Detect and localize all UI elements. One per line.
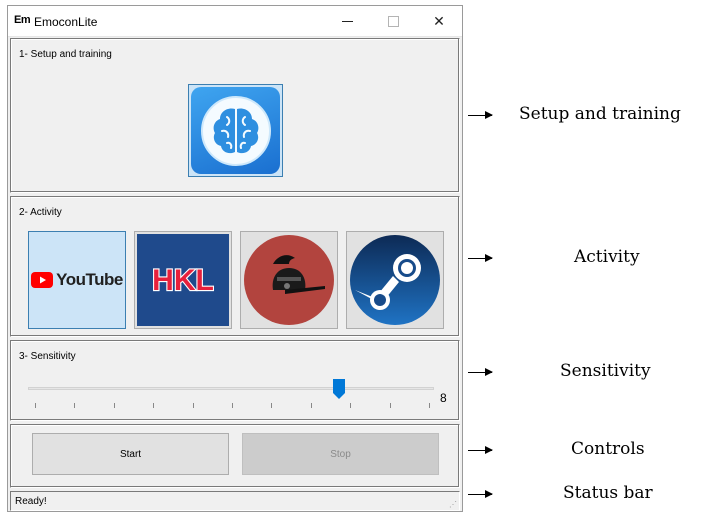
- sensitivity-label: 3- Sensitivity: [19, 351, 76, 362]
- activity-panel: 2- Activity YouTube HKL: [10, 196, 460, 337]
- hkl-icon: HKL: [137, 234, 229, 326]
- app-logo-icon: Em: [14, 14, 31, 26]
- setup-label: 1- Setup and training: [19, 49, 112, 60]
- slider-tick: [429, 403, 430, 408]
- resize-grip-icon[interactable]: ⋰: [449, 500, 457, 509]
- annotation-setup-label: Setup and training: [519, 104, 681, 124]
- slider-tick: [113, 403, 115, 408]
- start-button[interactable]: Start: [32, 433, 229, 475]
- slider-tick: [74, 403, 76, 408]
- arrow-sensitivity-icon: [468, 368, 493, 376]
- sensitivity-slider-thumb[interactable]: [333, 379, 345, 399]
- close-icon: ✕: [433, 12, 445, 29]
- slider-tick: [153, 403, 155, 408]
- app-window: Em EmoconLite ✕ 1- Setup and training 2-…: [7, 5, 463, 512]
- status-bar: Ready! ⋰: [10, 491, 460, 511]
- annotation-activity-label: Activity: [574, 247, 640, 267]
- slider-tick: [310, 403, 312, 408]
- activity-hkl-button[interactable]: HKL: [134, 231, 232, 329]
- minimize-button[interactable]: [324, 6, 370, 36]
- activity-youtube-button[interactable]: YouTube: [28, 231, 126, 329]
- annotation-controls-label: Controls: [571, 439, 645, 459]
- maximize-button[interactable]: [370, 6, 416, 36]
- slider-tick: [350, 403, 352, 408]
- hkl-logo-text: HKL: [152, 264, 214, 297]
- slider-tick: [271, 403, 273, 408]
- annotation-status-label: Status bar: [563, 483, 653, 503]
- brain-icon: [191, 87, 280, 174]
- arrow-setup-icon: [468, 111, 493, 119]
- activity-game-button[interactable]: [240, 231, 338, 329]
- slider-tick: [232, 403, 233, 408]
- arrow-status-icon: [468, 490, 493, 498]
- steam-icon: [350, 235, 440, 325]
- sensitivity-value: 8: [440, 391, 447, 405]
- title-bar[interactable]: Em EmoconLite ✕: [8, 6, 462, 37]
- status-text: Ready!: [15, 496, 47, 507]
- annotation-sensitivity-label: Sensitivity: [560, 361, 651, 381]
- setup-panel: 1- Setup and training: [10, 38, 460, 193]
- youtube-wordmark: YouTube: [56, 270, 123, 289]
- knight-helmet-icon: [244, 235, 334, 325]
- slider-tick: [389, 403, 391, 408]
- controls-panel: Start Stop: [10, 424, 460, 488]
- youtube-icon: [31, 272, 54, 288]
- setup-training-button[interactable]: [188, 84, 283, 177]
- stop-button[interactable]: Stop: [242, 433, 439, 475]
- slider-tick: [192, 403, 194, 408]
- window-title: EmoconLite: [34, 15, 98, 29]
- minimize-icon: [341, 20, 353, 22]
- sensitivity-slider-track[interactable]: [28, 387, 434, 390]
- activity-label: 2- Activity: [19, 207, 62, 218]
- arrow-activity-icon: [468, 254, 493, 262]
- activity-steam-button[interactable]: [346, 231, 444, 329]
- slider-tick: [35, 403, 36, 408]
- close-button[interactable]: ✕: [416, 6, 462, 36]
- sensitivity-panel: 3- Sensitivity 8: [10, 340, 460, 421]
- maximize-icon: [387, 15, 399, 27]
- arrow-controls-icon: [468, 446, 493, 454]
